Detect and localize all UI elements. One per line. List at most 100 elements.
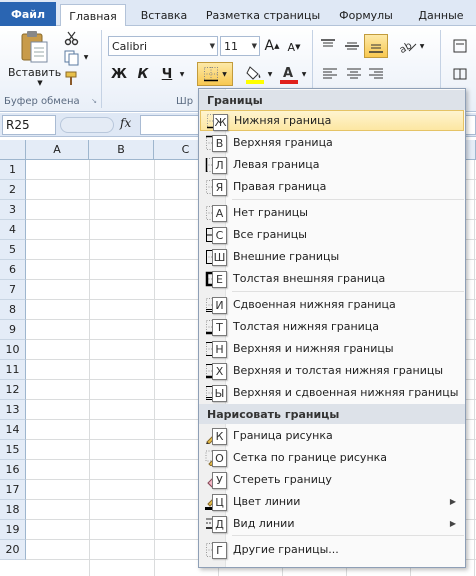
menu-item-line-style[interactable]: Д Вид линии ▶ bbox=[200, 513, 464, 534]
tab-insert[interactable]: Вставка bbox=[130, 4, 198, 26]
row-header[interactable]: 18 bbox=[0, 500, 26, 520]
menu-item-left-border[interactable]: Л Левая граница bbox=[200, 154, 464, 175]
merge-cells-icon[interactable] bbox=[450, 64, 470, 84]
wrap-text-icon[interactable] bbox=[450, 36, 470, 56]
accelerator-key-badge: Е bbox=[212, 271, 227, 288]
font-name-select[interactable]: Calibri ▼ bbox=[108, 36, 218, 56]
menu-item-thick-bottom-border[interactable]: Т Толстая нижняя граница bbox=[200, 316, 464, 337]
menu-item-top-bottom-border[interactable]: Н Верхняя и нижняя границы bbox=[200, 338, 464, 359]
row-header[interactable]: 10 bbox=[0, 340, 26, 360]
tab-page-layout[interactable]: Разметка страницы bbox=[200, 4, 326, 26]
fill-color-button[interactable] bbox=[244, 62, 266, 86]
accelerator-key-badge: А bbox=[212, 205, 227, 222]
menu-item-all-borders[interactable]: С Все границы bbox=[200, 224, 464, 245]
tab-home[interactable]: Главная bbox=[60, 4, 126, 27]
dialog-launcher-icon[interactable]: ↘ bbox=[90, 96, 98, 106]
row-header[interactable]: 1 bbox=[0, 160, 26, 180]
row-header[interactable]: 6 bbox=[0, 260, 26, 280]
chevron-down-icon[interactable]: ▼ bbox=[266, 68, 274, 80]
font-size-select[interactable]: 11 ▼ bbox=[220, 36, 260, 56]
formula-bar-expander[interactable] bbox=[60, 117, 114, 133]
menu-item-top-double-bottom-border[interactable]: Ы Верхняя и сдвоенная нижняя границы bbox=[200, 382, 464, 403]
menu-item-bottom-border[interactable]: Ж Нижняя граница bbox=[200, 110, 464, 131]
tab-formulas[interactable]: Формулы bbox=[330, 4, 402, 26]
row-header[interactable]: 7 bbox=[0, 280, 26, 300]
copy-icon[interactable] bbox=[64, 50, 80, 66]
row-header[interactable]: 13 bbox=[0, 400, 26, 420]
cut-icon[interactable] bbox=[64, 30, 80, 46]
menu-item-outside-borders[interactable]: Ш Внешние границы bbox=[200, 246, 464, 267]
chevron-down-icon[interactable]: ▼ bbox=[300, 68, 308, 80]
accelerator-key-badge: У bbox=[212, 472, 227, 489]
row-header[interactable]: 19 bbox=[0, 520, 26, 540]
shrink-font-icon[interactable]: A ▼ bbox=[286, 38, 302, 56]
tab-file[interactable]: Файл bbox=[0, 2, 56, 26]
row-header[interactable]: 20 bbox=[0, 540, 26, 560]
menu-item-right-border[interactable]: Я Правая граница bbox=[200, 176, 464, 197]
accelerator-key-badge: К bbox=[212, 428, 227, 445]
menu-item-more-borders[interactable]: Г Другие границы... bbox=[200, 539, 464, 560]
menu-item-no-border[interactable]: А Нет границы bbox=[200, 202, 464, 223]
accelerator-key-badge: В bbox=[212, 135, 227, 152]
text-orientation-icon[interactable]: ab bbox=[398, 36, 418, 56]
row-header[interactable]: 8 bbox=[0, 300, 26, 320]
chevron-down-icon[interactable]: ▼ bbox=[82, 52, 90, 62]
align-middle-icon[interactable] bbox=[342, 36, 362, 56]
column-header[interactable]: B bbox=[89, 140, 154, 160]
menu-item-bottom-double-border[interactable]: И Сдвоенная нижняя граница bbox=[200, 294, 464, 315]
accelerator-key-badge: Г bbox=[212, 542, 227, 559]
draw-borders-section-header: Нарисовать границы bbox=[199, 404, 465, 424]
format-painter-icon[interactable] bbox=[64, 70, 80, 86]
grow-font-icon[interactable]: A ▲ bbox=[264, 36, 280, 56]
row-header[interactable]: 9 bbox=[0, 320, 26, 340]
menu-item-line-color[interactable]: Ц Цвет линии ▶ bbox=[200, 491, 464, 512]
align-right-icon[interactable] bbox=[366, 64, 386, 84]
borders-button[interactable]: ▼ bbox=[197, 62, 233, 86]
menu-item-erase-border[interactable]: У Стереть границу bbox=[200, 469, 464, 490]
column-gridline bbox=[89, 160, 90, 576]
menu-item-label: Верхняя граница bbox=[233, 136, 333, 149]
row-header[interactable]: 4 bbox=[0, 220, 26, 240]
row-header[interactable]: 5 bbox=[0, 240, 26, 260]
chevron-down-icon[interactable]: ▼ bbox=[34, 78, 46, 88]
insert-function-button[interactable]: fx bbox=[120, 116, 131, 130]
row-header[interactable]: 15 bbox=[0, 440, 26, 460]
menu-item-top-border[interactable]: В Верхняя граница bbox=[200, 132, 464, 153]
font-group-label: Шр bbox=[176, 96, 194, 107]
align-center-icon[interactable] bbox=[344, 64, 364, 84]
chevron-down-icon[interactable]: ▼ bbox=[418, 40, 426, 52]
align-bottom-icon[interactable] bbox=[364, 34, 388, 58]
chevron-down-icon[interactable]: ▼ bbox=[178, 68, 186, 80]
align-top-icon[interactable] bbox=[318, 36, 338, 56]
row-header[interactable]: 11 bbox=[0, 360, 26, 380]
grow-font-label: A bbox=[264, 38, 275, 54]
font-color-button[interactable]: A bbox=[278, 62, 300, 86]
menu-item-top-thick-bottom-border[interactable]: Х Верхняя и толстая нижняя границы bbox=[200, 360, 464, 381]
menu-item-thick-outside-border[interactable]: Е Толстая внешняя граница bbox=[200, 268, 464, 289]
menu-item-draw-border-grid[interactable]: О Сетка по границе рисунка bbox=[200, 447, 464, 468]
row-header[interactable]: 2 bbox=[0, 180, 26, 200]
row-header[interactable]: 14 bbox=[0, 420, 26, 440]
tab-data[interactable]: Данные bbox=[408, 4, 474, 26]
row-header[interactable]: 3 bbox=[0, 200, 26, 220]
align-left-icon[interactable] bbox=[320, 64, 340, 84]
row-header[interactable]: 16 bbox=[0, 460, 26, 480]
row-header[interactable]: 17 bbox=[0, 480, 26, 500]
underline-button[interactable]: Ч bbox=[158, 64, 176, 84]
menu-item-label: Нет границы bbox=[233, 206, 308, 219]
column-header[interactable]: A bbox=[26, 140, 89, 160]
italic-button[interactable]: К bbox=[134, 64, 152, 84]
accelerator-key-badge: Ы bbox=[212, 385, 227, 402]
menu-item-label: Граница рисунка bbox=[233, 429, 333, 442]
select-all-corner[interactable] bbox=[0, 140, 26, 160]
name-box[interactable]: R25 bbox=[2, 115, 56, 135]
bold-button[interactable]: Ж bbox=[110, 64, 128, 84]
row-header[interactable]: 12 bbox=[0, 380, 26, 400]
paste-icon[interactable] bbox=[18, 30, 50, 64]
accelerator-key-badge: И bbox=[212, 297, 227, 314]
menu-item-label: Все границы bbox=[233, 228, 307, 241]
menu-item-draw-border[interactable]: К Граница рисунка bbox=[200, 425, 464, 446]
menu-item-label: Другие границы... bbox=[233, 543, 339, 556]
menu-item-label: Стереть границу bbox=[233, 473, 332, 486]
font-color-icon: A bbox=[280, 66, 298, 84]
